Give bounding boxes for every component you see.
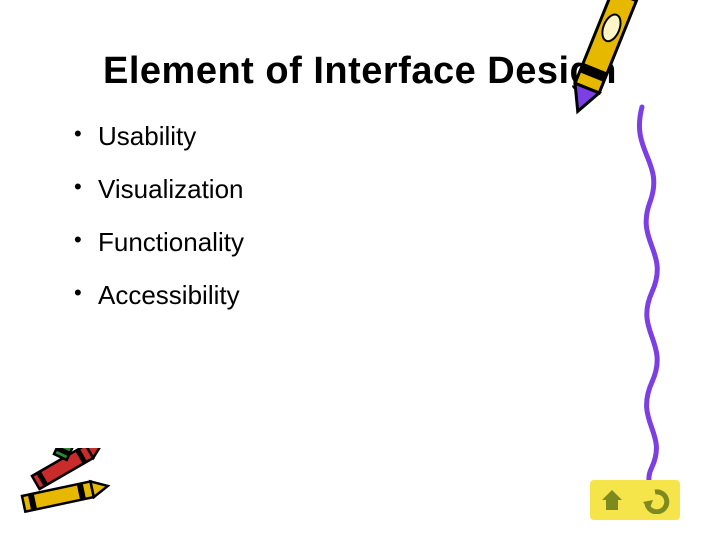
crayon-pile-icon — [14, 448, 124, 528]
bullet-item: Usability — [70, 121, 660, 152]
slide: Element of Interface Design Usability Vi… — [0, 0, 720, 540]
bullet-item: Accessibility — [70, 280, 660, 311]
bullet-item: Visualization — [70, 174, 660, 205]
bullet-item: Functionality — [70, 227, 660, 258]
bullet-list: Usability Visualization Functionality Ac… — [70, 121, 660, 311]
home-icon[interactable] — [598, 486, 626, 514]
slide-title: Element of Interface Design — [60, 50, 660, 93]
nav-button-group — [590, 480, 680, 520]
back-arrow-icon[interactable] — [641, 486, 673, 514]
